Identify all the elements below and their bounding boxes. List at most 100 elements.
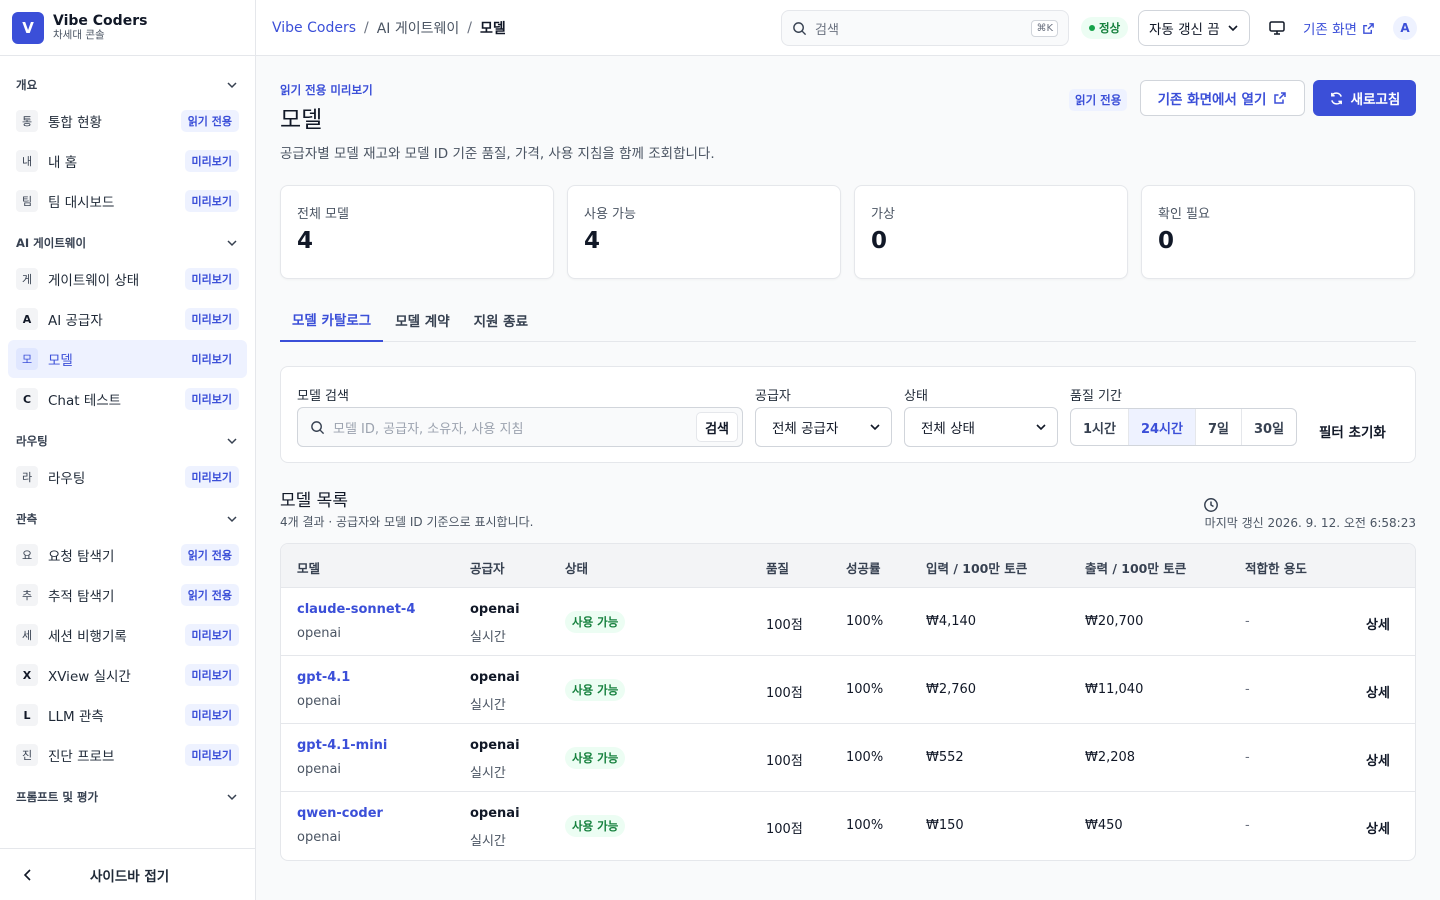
list-subtitle: 4개 결과 · 공급자와 모델 ID 기준으로 표시합니다. — [280, 515, 534, 529]
external-link-icon — [1274, 92, 1287, 104]
sidebar-item-label: 통합 현황 — [48, 115, 102, 131]
input-price: ₩150 — [926, 818, 964, 833]
table-header: 모델 공급자 상태 품질 성공률 입력 / 100만 토큰 출력 / 100만 … — [281, 544, 1415, 588]
status-filter-select[interactable]: 전체 상태 — [904, 407, 1058, 447]
refresh-button[interactable]: 새로고침 — [1313, 80, 1416, 116]
refresh-icon — [1330, 91, 1342, 105]
user-avatar[interactable]: A — [1393, 16, 1417, 40]
stat-card-needs-review: 확인 필요 0 — [1141, 185, 1415, 279]
tab-deprecated[interactable]: 지원 종료 — [462, 298, 540, 342]
model-id-link[interactable]: qwen-coder — [297, 806, 383, 821]
sidebar-item-label: 내 홈 — [48, 155, 78, 171]
provider-name: openai — [470, 602, 520, 617]
output-price: ₩20,700 — [1085, 614, 1144, 629]
sidebar-item-badge: 미리보기 — [184, 268, 239, 290]
model-id-link[interactable]: claude-sonnet-4 — [297, 602, 415, 617]
sidebar-item[interactable]: 세 세션 비행기록 미리보기 — [8, 616, 247, 654]
search-icon — [311, 420, 325, 434]
sidebar-section-header[interactable]: 관측 — [8, 508, 247, 530]
brand-name: Vibe Coders — [53, 13, 148, 29]
sidebar-section-header[interactable]: 프롬프트 및 평가 — [8, 786, 247, 808]
table-row[interactable]: claude-sonnet-4 openai openai 실시간 사용 가능 100점 1… — [281, 588, 1415, 656]
sidebar-section: 개요통 통합 현황 읽기 전용 내 내 홈 미리보기 팀 팀 대시보드 미리보기 — [8, 74, 247, 220]
sidebar-section: 프롬프트 및 평가 — [8, 786, 247, 808]
table-row[interactable]: gpt-4.1-mini openai openai 실시간 사용 가능 100점 100%… — [281, 724, 1415, 792]
period-option-7d[interactable]: 7일 — [1196, 409, 1242, 445]
search-button[interactable]: 검색 — [696, 412, 738, 442]
sidebar-item-label: LLM 관측 — [48, 709, 104, 725]
tab-model-catalog[interactable]: 모델 카탈로그 — [280, 298, 384, 342]
column-header-provider[interactable]: 공급자 — [470, 558, 505, 577]
filter-panel: 모델 검색 모델 ID, 공급자, 소유자, 사용 지침 검색 공급자 전체 공… — [280, 366, 1416, 463]
column-header-success-rate[interactable]: 성공률 — [846, 558, 881, 577]
model-id-link[interactable]: gpt-4.1 — [297, 670, 350, 685]
monitor-icon[interactable] — [1268, 19, 1286, 37]
provider-filter-value: 전체 공급자 — [772, 421, 839, 437]
period-option-30d[interactable]: 30일 — [1242, 409, 1296, 445]
detail-button[interactable]: 상세 — [1366, 750, 1390, 769]
sidebar-item[interactable]: X XView 실시간 미리보기 — [8, 656, 247, 694]
sidebar-item[interactable]: 요 요청 탐색기 읽기 전용 — [8, 536, 247, 574]
use-case: - — [1245, 818, 1250, 833]
collapse-sidebar-button[interactable]: 사이드바 접기 — [0, 848, 255, 900]
breadcrumb-home[interactable]: Vibe Coders — [272, 20, 356, 36]
sidebar-item-badge: 미리보기 — [184, 466, 239, 488]
sidebar-item[interactable]: 추 추적 탐색기 읽기 전용 — [8, 576, 247, 614]
open-legacy-label: 기존 화면에서 열기 — [1157, 92, 1267, 108]
sidebar-item[interactable]: L LLM 관측 미리보기 — [8, 696, 247, 734]
open-legacy-button[interactable]: 기존 화면에서 열기 — [1140, 80, 1305, 116]
tab-model-contracts[interactable]: 모델 계약 — [383, 298, 461, 342]
provider-name: openai — [470, 670, 520, 685]
table-row[interactable]: gpt-4.1 openai openai 실시간 사용 가능 100점 100% ₩2,76… — [281, 656, 1415, 724]
sidebar-item[interactable]: 진 진단 프로브 미리보기 — [8, 736, 247, 774]
page-eyebrow: 읽기 전용 미리보기 — [280, 83, 373, 97]
sidebar-item[interactable]: C Chat 테스트 미리보기 — [8, 380, 247, 418]
provider-filter-select[interactable]: 전체 공급자 — [755, 407, 892, 447]
column-header-status[interactable]: 상태 — [565, 558, 588, 577]
global-search-input[interactable]: 검색 ⌘K — [781, 10, 1069, 46]
detail-button[interactable]: 상세 — [1366, 818, 1390, 837]
sidebar-item[interactable]: 라 라우팅 미리보기 — [8, 458, 247, 496]
sidebar-section-header[interactable]: AI 게이트웨이 — [8, 232, 247, 254]
column-header-use-case[interactable]: 적합한 용도 — [1245, 558, 1307, 577]
detail-button[interactable]: 상세 — [1366, 682, 1390, 701]
column-header-model[interactable]: 모델 — [297, 558, 320, 577]
list-title: 모델 목록 — [280, 491, 348, 511]
column-header-input-price[interactable]: 입력 / 100만 토큰 — [926, 558, 1027, 577]
sidebar-item-badge: 미리보기 — [184, 190, 239, 212]
sidebar-item[interactable]: 통 통합 현황 읽기 전용 — [8, 102, 247, 140]
sidebar-item-badge: 미리보기 — [184, 308, 239, 330]
chevron-down-icon — [227, 240, 237, 247]
success-rate: 100% — [846, 682, 884, 697]
search-icon — [793, 21, 807, 35]
model-search-input[interactable]: 모델 ID, 공급자, 소유자, 사용 지침 검색 — [297, 407, 743, 447]
period-option-1h[interactable]: 1시간 — [1071, 409, 1129, 445]
chevron-down-icon — [1036, 424, 1046, 431]
column-header-output-price[interactable]: 출력 / 100만 토큰 — [1085, 558, 1186, 577]
model-owner: openai — [297, 762, 342, 777]
status-filter-value: 전체 상태 — [921, 421, 975, 437]
sidebar-item[interactable]: 모 모델 미리보기 — [8, 340, 247, 378]
breadcrumb-separator: / — [364, 19, 369, 36]
legacy-view-link[interactable]: 기존 화면 — [1303, 18, 1375, 38]
auto-refresh-select[interactable]: 자동 갱신 끔 — [1138, 10, 1250, 46]
column-header-quality[interactable]: 품질 — [766, 558, 789, 577]
period-option-24h[interactable]: 24시간 — [1128, 409, 1196, 445]
breadcrumb-ai-gateway[interactable]: AI 게이트웨이 — [377, 18, 460, 38]
sidebar-section-header[interactable]: 개요 — [8, 74, 247, 96]
sidebar-item-badge: 읽기 전용 — [180, 584, 239, 606]
sidebar-item-icon: 팀 — [16, 190, 38, 212]
reset-filters-button[interactable]: 필터 초기화 — [1319, 421, 1386, 441]
detail-button[interactable]: 상세 — [1366, 614, 1390, 633]
chevron-down-icon — [227, 438, 237, 445]
table-row[interactable]: qwen-coder openai openai 실시간 사용 가능 100점 100% ₩1… — [281, 792, 1415, 860]
model-status-badge: 사용 가능 — [565, 679, 626, 701]
sidebar-item[interactable]: 팀 팀 대시보드 미리보기 — [8, 182, 247, 220]
sidebar-section-header[interactable]: 라우팅 — [8, 430, 247, 452]
model-id-link[interactable]: gpt-4.1-mini — [297, 738, 387, 753]
sidebar-item[interactable]: 게 게이트웨이 상태 미리보기 — [8, 260, 247, 298]
sidebar-item[interactable]: 내 내 홈 미리보기 — [8, 142, 247, 180]
stats-row: 전체 모델 4 사용 가능 4 가상 0 확인 필요 0 — [280, 185, 1416, 279]
sidebar-item[interactable]: A AI 공급자 미리보기 — [8, 300, 247, 338]
brand[interactable]: V Vibe Coders 차세대 콘솔 — [0, 0, 255, 56]
